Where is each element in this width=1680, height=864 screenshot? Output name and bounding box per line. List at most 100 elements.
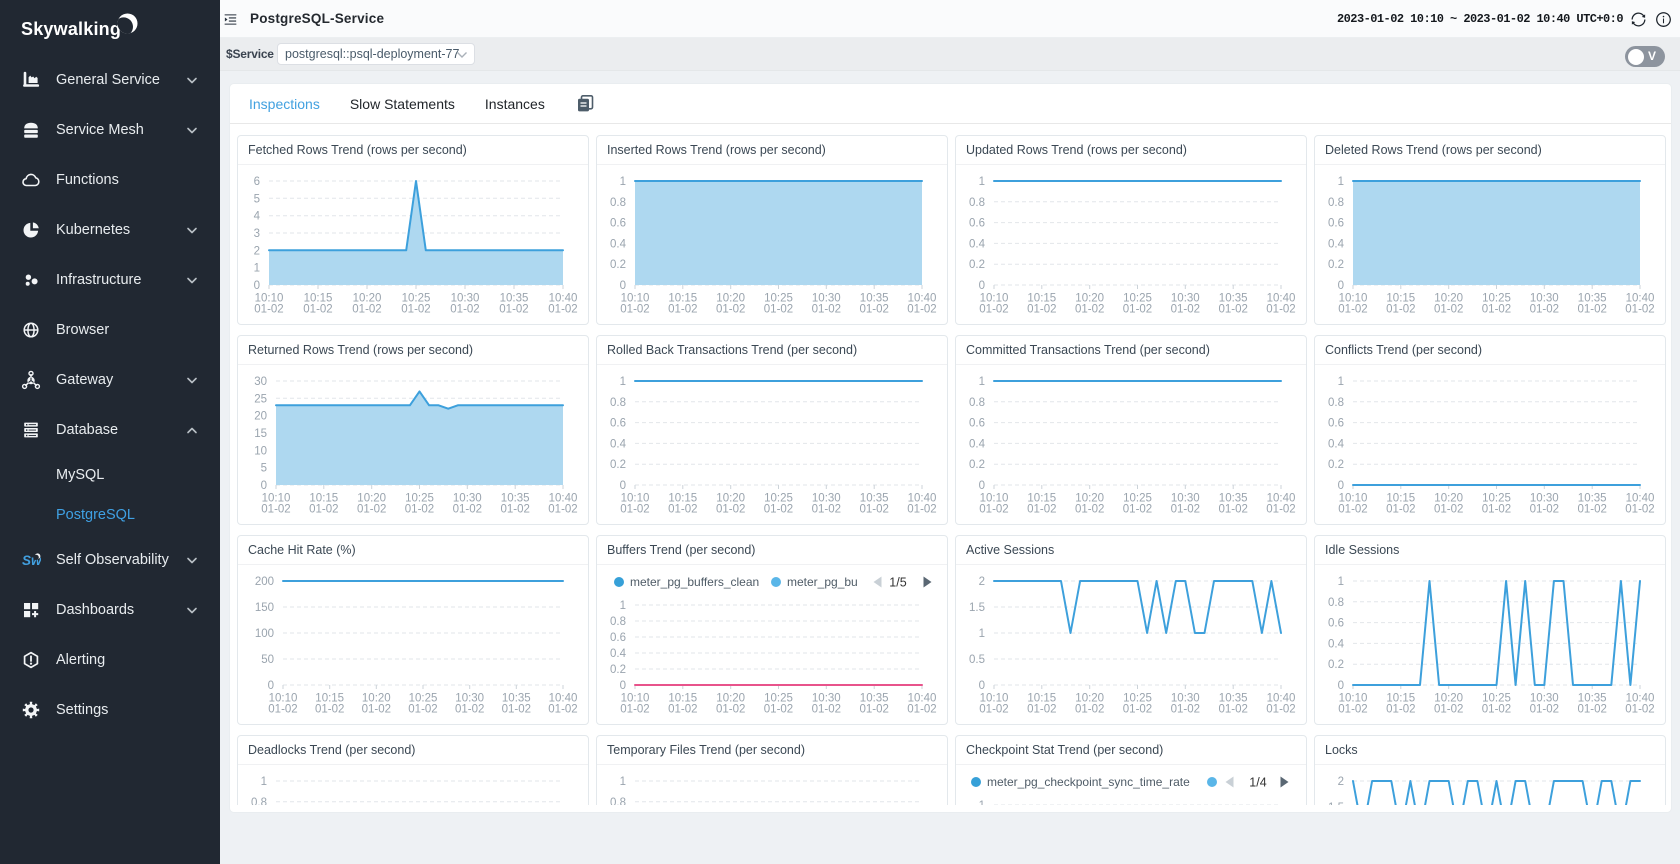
svg-text:01-02: 01-02 <box>620 504 649 516</box>
svg-text:1: 1 <box>254 263 260 275</box>
svg-text:01-02: 01-02 <box>1075 504 1104 516</box>
svg-text:01-02: 01-02 <box>1625 504 1654 516</box>
svg-text:01-02: 01-02 <box>1123 504 1152 516</box>
svg-text:5: 5 <box>254 193 260 205</box>
svg-text:01-02: 01-02 <box>1625 304 1654 316</box>
svg-text:1: 1 <box>261 776 267 788</box>
svg-text:01-02: 01-02 <box>812 704 841 716</box>
svg-text:0.2: 0.2 <box>969 459 985 471</box>
svg-text:0.8: 0.8 <box>969 397 985 409</box>
svg-text:01-02: 01-02 <box>405 504 434 516</box>
svg-text:2: 2 <box>1338 776 1344 788</box>
svg-text:0.8: 0.8 <box>1328 397 1344 409</box>
svg-text:2: 2 <box>254 245 260 257</box>
svg-text:0: 0 <box>979 480 985 492</box>
svg-text:01-02: 01-02 <box>1482 504 1511 516</box>
svg-text:0.4: 0.4 <box>1328 638 1345 650</box>
svg-text:0: 0 <box>620 280 626 292</box>
svg-text:30: 30 <box>254 376 267 388</box>
svg-text:1: 1 <box>1338 376 1344 388</box>
svg-text:01-02: 01-02 <box>303 304 332 316</box>
svg-text:01-02: 01-02 <box>1434 304 1463 316</box>
svg-text:0: 0 <box>620 480 626 492</box>
svg-text:01-02: 01-02 <box>1266 504 1295 516</box>
svg-text:0.2: 0.2 <box>1328 659 1344 671</box>
svg-text:01-02: 01-02 <box>548 304 577 316</box>
svg-text:0.6: 0.6 <box>969 418 985 430</box>
svg-text:0.2: 0.2 <box>610 259 626 271</box>
svg-text:01-02: 01-02 <box>716 704 745 716</box>
svg-text:01-02: 01-02 <box>1027 504 1056 516</box>
svg-text:01-02: 01-02 <box>716 304 745 316</box>
svg-text:0.8: 0.8 <box>610 197 626 209</box>
svg-text:0: 0 <box>261 480 267 492</box>
svg-text:0.2: 0.2 <box>610 459 626 471</box>
svg-text:0.6: 0.6 <box>610 632 626 644</box>
svg-text:3: 3 <box>254 228 260 240</box>
svg-text:01-02: 01-02 <box>548 704 577 716</box>
svg-text:0: 0 <box>1338 280 1344 292</box>
svg-text:01-02: 01-02 <box>1075 704 1104 716</box>
svg-text:01-02: 01-02 <box>1482 304 1511 316</box>
svg-text:0.4: 0.4 <box>1328 438 1345 450</box>
svg-text:0.2: 0.2 <box>1328 459 1344 471</box>
svg-text:1: 1 <box>979 800 985 805</box>
svg-text:meter_pg_buffers_clean: meter_pg_buffers_clean <box>630 575 759 589</box>
svg-text:01-02: 01-02 <box>261 504 290 516</box>
svg-text:01-02: 01-02 <box>979 304 1008 316</box>
svg-text:0.6: 0.6 <box>610 218 626 230</box>
svg-text:1: 1 <box>620 376 626 388</box>
svg-text:0.2: 0.2 <box>969 259 985 271</box>
svg-text:01-02: 01-02 <box>502 704 531 716</box>
svg-text:01-02: 01-02 <box>450 304 479 316</box>
svg-text:0.8: 0.8 <box>1328 597 1344 609</box>
svg-text:01-02: 01-02 <box>620 304 649 316</box>
svg-text:6: 6 <box>254 176 260 188</box>
svg-text:0.4: 0.4 <box>610 238 627 250</box>
svg-text:01-02: 01-02 <box>1123 304 1152 316</box>
svg-text:0.8: 0.8 <box>1328 197 1344 209</box>
svg-text:1: 1 <box>979 176 985 188</box>
svg-text:2: 2 <box>979 576 985 588</box>
svg-text:01-02: 01-02 <box>1386 304 1415 316</box>
svg-text:01-02: 01-02 <box>907 704 936 716</box>
svg-text:01-02: 01-02 <box>620 704 649 716</box>
svg-text:01-02: 01-02 <box>268 704 297 716</box>
svg-text:1.5: 1.5 <box>969 602 985 614</box>
svg-text:0: 0 <box>620 680 626 692</box>
svg-text:1/4: 1/4 <box>1249 776 1266 790</box>
svg-text:01-02: 01-02 <box>1434 504 1463 516</box>
svg-text:01-02: 01-02 <box>1577 704 1606 716</box>
svg-text:0.8: 0.8 <box>610 797 626 805</box>
svg-text:0.4: 0.4 <box>969 238 986 250</box>
svg-text:01-02: 01-02 <box>1625 704 1654 716</box>
svg-text:01-02: 01-02 <box>1577 504 1606 516</box>
svg-text:01-02: 01-02 <box>401 304 430 316</box>
svg-text:200: 200 <box>255 576 274 588</box>
svg-text:01-02: 01-02 <box>668 304 697 316</box>
svg-text:150: 150 <box>255 602 274 614</box>
svg-text:0.2: 0.2 <box>1328 259 1344 271</box>
svg-text:01-02: 01-02 <box>1530 304 1559 316</box>
svg-text:25: 25 <box>254 393 267 405</box>
svg-text:01-02: 01-02 <box>859 704 888 716</box>
svg-text:01-02: 01-02 <box>907 504 936 516</box>
svg-text:01-02: 01-02 <box>1434 704 1463 716</box>
svg-text:01-02: 01-02 <box>455 704 484 716</box>
svg-text:0: 0 <box>268 680 274 692</box>
svg-text:01-02: 01-02 <box>357 504 386 516</box>
svg-text:0: 0 <box>979 280 985 292</box>
svg-text:01-02: 01-02 <box>1218 704 1247 716</box>
svg-text:0.6: 0.6 <box>1328 418 1344 430</box>
svg-text:0.6: 0.6 <box>1328 218 1344 230</box>
svg-text:01-02: 01-02 <box>1338 704 1367 716</box>
svg-text:01-02: 01-02 <box>1171 504 1200 516</box>
svg-text:01-02: 01-02 <box>1171 304 1200 316</box>
svg-text:1: 1 <box>979 628 985 640</box>
svg-text:1: 1 <box>1338 176 1344 188</box>
svg-text:01-02: 01-02 <box>859 304 888 316</box>
svg-text:01-02: 01-02 <box>979 704 1008 716</box>
svg-text:01-02: 01-02 <box>979 504 1008 516</box>
svg-text:0.4: 0.4 <box>610 648 627 660</box>
svg-text:01-02: 01-02 <box>764 304 793 316</box>
